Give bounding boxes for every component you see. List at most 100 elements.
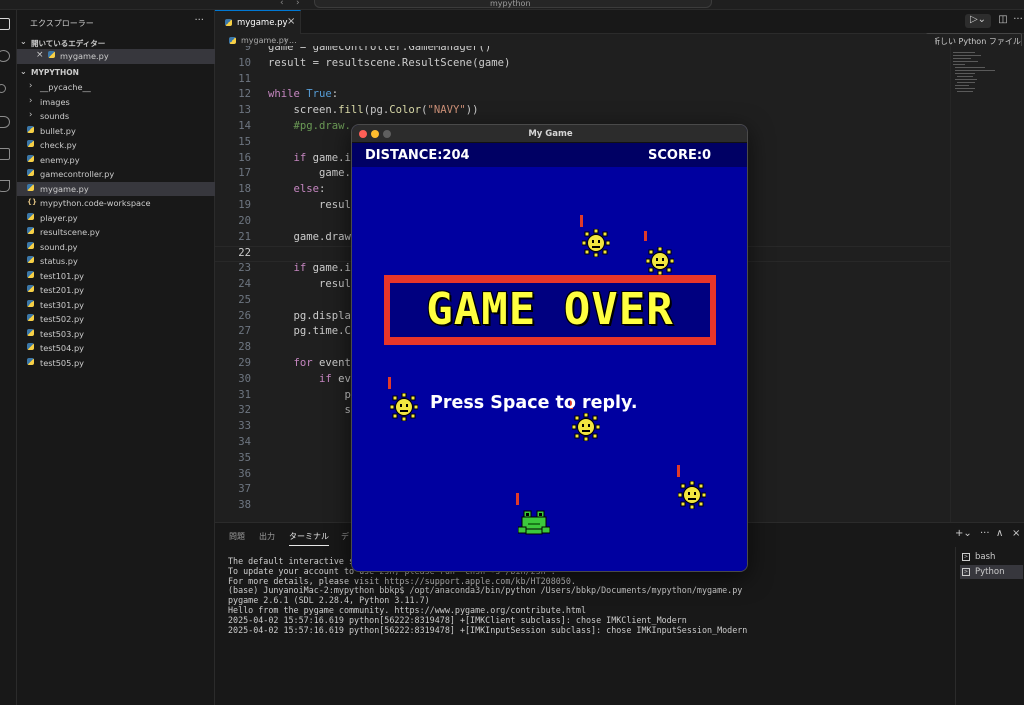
file-tree-item[interactable]: › images [17, 95, 215, 110]
source-control-icon[interactable] [0, 84, 6, 93]
close-icon[interactable]: × [287, 16, 295, 27]
line-number: 23 [238, 262, 251, 275]
file-tree-item[interactable]: › sounds [17, 109, 215, 124]
tab-label: mygame.py [237, 18, 288, 28]
file-name: enemy.py [40, 154, 80, 165]
run-debug-icon[interactable] [0, 116, 10, 128]
file-tree-item[interactable]: player.py [17, 211, 215, 226]
explorer-sidebar: エクスプローラー ··· ⌄ 開いているエディター × mygame.py ⌄ … [17, 10, 215, 705]
close-icon[interactable]: × [36, 50, 44, 60]
tab-mygame[interactable]: mygame.py × [215, 10, 301, 34]
file-tree-item[interactable]: test504.py [17, 341, 215, 356]
tab-terminal[interactable]: ターミナル [289, 531, 329, 546]
line-number: 16 [238, 151, 251, 164]
file-name: sounds [40, 111, 70, 121]
tab-debug-console[interactable]: デ [341, 531, 349, 542]
file-name: mygame.py [40, 183, 89, 194]
tab-problems[interactable]: 問題 [229, 531, 245, 542]
file-tree-item[interactable]: gamecontroller.py [17, 167, 215, 182]
line-number: 21 [238, 230, 251, 243]
run-python-file-button[interactable]: ▷⌄ [965, 14, 991, 28]
file-tree-item[interactable]: mygame.py [17, 181, 215, 196]
file-tree-item[interactable]: test101.py [17, 269, 215, 284]
open-editors-section[interactable]: ⌄ 開いているエディター [17, 36, 215, 49]
testing-icon[interactable] [0, 180, 10, 192]
terminal-item[interactable]: > bash [960, 550, 1023, 564]
line-number: 14 [238, 120, 251, 132]
line-number: 38 [238, 499, 251, 512]
line-number: 26 [238, 309, 251, 322]
explorer-icon[interactable] [0, 18, 10, 30]
terminal-icon: > [962, 553, 970, 561]
file-tree-item[interactable]: status.py [17, 254, 215, 269]
file-name: test504.py [40, 343, 84, 353]
line-number: 11 [238, 72, 251, 85]
new-terminal-icon[interactable]: +⌄ [955, 528, 972, 539]
file-tree-item[interactable]: test201.py [17, 283, 215, 298]
file-name: gamecontroller.py [40, 169, 115, 179]
line-source: pg.time.C [268, 325, 351, 338]
more-actions-icon[interactable]: ··· [980, 528, 990, 539]
file-tree-item[interactable]: › __pycache__ [17, 80, 215, 95]
code-line[interactable]: 11 [215, 73, 950, 89]
line-source: s [268, 404, 351, 417]
workspace-file-icon: {} [27, 198, 37, 206]
close-panel-icon[interactable]: × [1012, 528, 1020, 539]
file-name: test505.py [40, 357, 84, 368]
forward-arrow-icon[interactable]: › [296, 0, 300, 8]
project-section[interactable]: ⌄ MYPYTHON [17, 66, 215, 79]
minimap[interactable] [950, 46, 1024, 522]
line-number: 27 [238, 325, 251, 338]
open-editors-title: 開いているエディター [31, 39, 106, 48]
line-number: 36 [238, 467, 251, 480]
player-bullet [516, 493, 519, 505]
tab-output[interactable]: 出力 [259, 531, 275, 542]
line-source: if game.i [293, 262, 351, 275]
more-actions-icon[interactable]: ··· [194, 15, 204, 26]
press-space-prompt: Press Space to reply. [430, 393, 638, 413]
file-tree-item[interactable]: check.py [17, 138, 215, 153]
maximize-panel-icon[interactable]: ∧ [996, 528, 1003, 539]
file-tree-item[interactable]: sound.py [17, 240, 215, 255]
back-arrow-icon[interactable]: ‹ [280, 0, 284, 8]
file-tree-item[interactable]: test502.py [17, 312, 215, 327]
sun-enemy-icon [390, 393, 418, 421]
code-line[interactable]: 10 result = resultscene.ResultScene(game) [215, 57, 950, 73]
split-editor-icon[interactable]: ◫ [995, 14, 1011, 28]
file-tree-item[interactable]: resultscene.py [17, 225, 215, 240]
python-file-icon [27, 126, 35, 134]
file-tree-item[interactable]: bullet.py [17, 124, 215, 139]
open-editor-item[interactable]: × mygame.py [17, 49, 215, 64]
python-file-icon [225, 19, 233, 27]
pygame-window[interactable]: My Game DISTANCE:204 SCORE:0 GAME OVER P… [351, 124, 748, 572]
code-line[interactable]: 12 while True: [215, 88, 950, 104]
game-hud: DISTANCE:204 SCORE:0 [352, 143, 747, 167]
file-name: sound.py [40, 241, 78, 252]
file-tree-item[interactable]: enemy.py [17, 153, 215, 168]
file-tree-item[interactable]: {} mypython.code-workspace [17, 196, 215, 211]
sun-enemy-icon [572, 413, 600, 441]
code-line[interactable]: 9 game = gamecontroller.GameManager() [215, 46, 950, 57]
extensions-icon[interactable] [0, 148, 10, 160]
enemy-bullet [677, 465, 680, 477]
line-number: 18 [238, 183, 251, 196]
file-tree-item[interactable]: test301.py [17, 298, 215, 313]
line-number: 35 [238, 451, 251, 464]
breadcrumb: mygame.py › ... [215, 34, 935, 46]
line-number: 13 [238, 104, 251, 117]
more-actions-icon[interactable]: ··· [1010, 14, 1024, 28]
file-tree-item[interactable]: test505.py [17, 356, 215, 371]
file-tree-item[interactable]: test503.py [17, 327, 215, 342]
file-name: player.py [40, 212, 78, 223]
game-window-titlebar[interactable]: My Game [352, 125, 747, 143]
search-icon[interactable] [0, 50, 10, 62]
breadcrumb-file[interactable]: mygame.py [241, 36, 289, 45]
open-editor-name: mygame.py [60, 51, 109, 61]
terminal-item[interactable]: > Python [960, 565, 1023, 579]
python-file-icon [27, 343, 35, 351]
command-center-search[interactable]: mypython [314, 0, 712, 8]
game-canvas[interactable]: DISTANCE:204 SCORE:0 GAME OVER Press Spa… [352, 143, 747, 571]
breadcrumb-symbol[interactable]: ... [289, 36, 297, 45]
code-line[interactable]: 13 screen.fill(pg.Color("NAVY")) [215, 104, 950, 120]
file-name: test503.py [40, 328, 84, 339]
